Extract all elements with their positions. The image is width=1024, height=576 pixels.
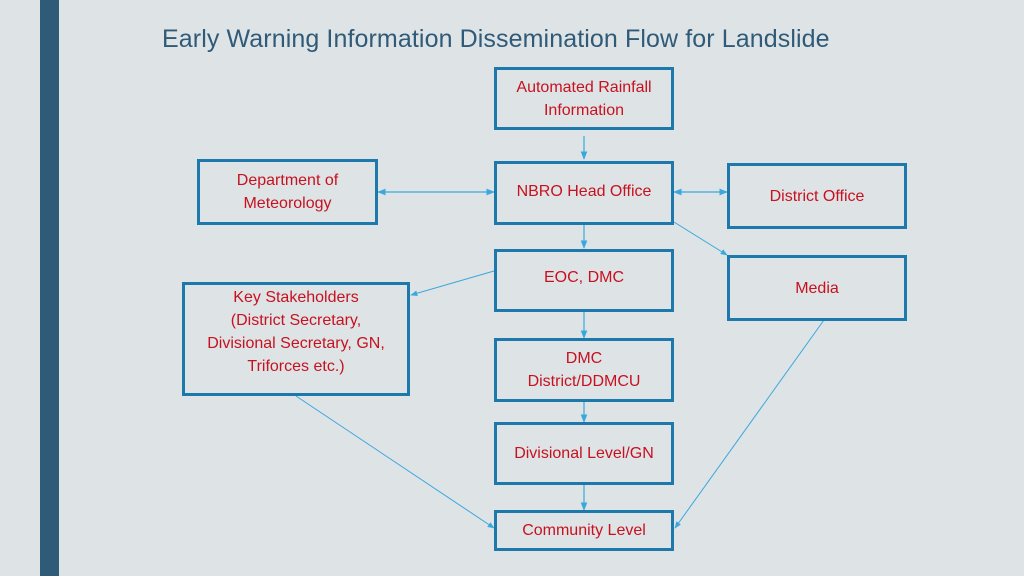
node-dmc-district-ddmcu: DMC District/DDMCU [494,338,674,402]
node-label: Key Stakeholders (District Secretary, Di… [207,289,385,375]
node-label: Divisional Level/GN [514,445,654,462]
node-label: DMC District/DDMCU [527,350,641,390]
edge-nbro-to-media [673,221,728,256]
edge-stakeholders-to-community [295,395,495,529]
slide-title: Early Warning Information Dissemination … [162,25,830,53]
node-community-level: Community Level [494,510,674,551]
node-nbro-head-office: NBRO Head Office [494,161,674,225]
accent-side-bar [40,0,59,576]
node-label: Automated Rainfall Information [516,78,652,119]
node-eoc-dmc: EOC, DMC [494,249,674,312]
node-key-stakeholders: Key Stakeholders (District Secretary, Di… [182,282,410,396]
node-label: Media [795,279,839,297]
node-district-office: District Office [727,163,907,229]
node-automated-rainfall: Automated Rainfall Information [494,67,674,130]
edge-eoc-to-stakeholders [410,270,495,296]
node-label: District Office [769,187,865,205]
node-label: EOC, DMC [544,269,624,286]
node-label: NBRO Head Office [516,182,652,200]
node-label: Department of Meteorology [236,172,339,212]
node-department-of-meteorology: Department of Meteorology [197,159,378,225]
node-label: Community Level [522,522,646,539]
edge-media-to-community [674,319,825,529]
node-media: Media [727,255,907,321]
node-divisional-level-gn: Divisional Level/GN [494,422,674,485]
